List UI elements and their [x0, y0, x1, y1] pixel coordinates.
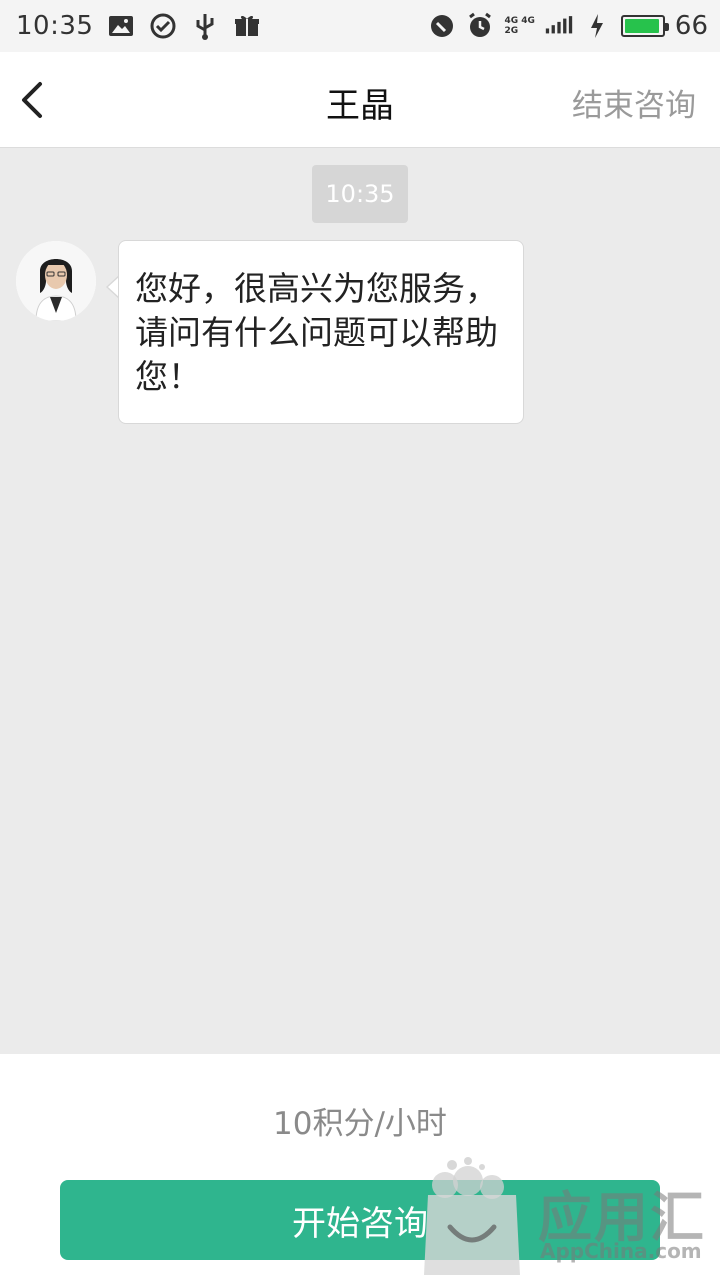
- message-timestamp: 10:35: [312, 165, 408, 223]
- battery-fill: [624, 19, 660, 33]
- doctor-avatar[interactable]: [16, 241, 96, 321]
- check-circle-icon: [149, 12, 177, 40]
- price-label: 10积分/小时: [273, 1106, 447, 1142]
- gift-icon: [233, 12, 261, 40]
- consult-panel: 10积分/小时 开始咨询: [0, 1054, 720, 1280]
- alarm-icon: [466, 12, 494, 40]
- battery-percent: 66: [674, 11, 708, 41]
- status-bar: 10:35 4G 4G 2G 66: [0, 0, 720, 52]
- do-not-disturb-icon: [428, 12, 456, 40]
- end-consultation-button[interactable]: 结束咨询: [572, 80, 696, 125]
- network-bottom-label: 2G: [504, 26, 519, 36]
- signal-icon: [545, 12, 573, 40]
- message-bubble[interactable]: 您好，很高兴为您服务，请问有什么问题可以帮助您！: [118, 240, 524, 424]
- charging-icon: [583, 12, 611, 40]
- network-indicator: 4G 4G 2G: [504, 16, 534, 36]
- start-consultation-label: 开始咨询: [292, 1203, 428, 1244]
- doctor-portrait-icon: [16, 241, 96, 321]
- message-text: 您好，很高兴为您服务，请问有什么问题可以帮助您！: [135, 269, 498, 396]
- status-time: 10:35: [16, 11, 94, 41]
- title-bar: 王晶 结束咨询: [0, 52, 720, 148]
- battery-icon: [620, 15, 669, 37]
- image-icon: [107, 12, 135, 40]
- usb-icon: [191, 12, 219, 40]
- start-consultation-button[interactable]: 开始咨询: [60, 1180, 660, 1260]
- chat-area[interactable]: 10:35 您好，很高兴为您服务，请问有什么问题可以帮助您！: [0, 149, 720, 1054]
- network-top-label: 4G 4G: [504, 16, 535, 26]
